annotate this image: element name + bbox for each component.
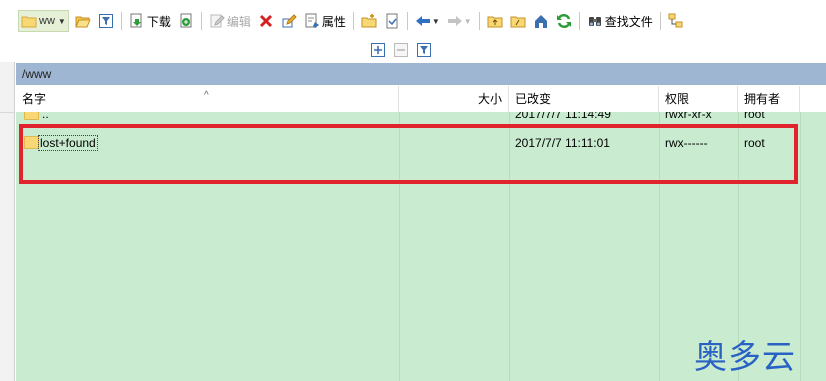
rename-button[interactable] [279, 11, 299, 31]
filter-button[interactable] [96, 11, 116, 31]
plus-box-icon [370, 42, 386, 58]
forward-button[interactable]: ▼ [445, 11, 474, 31]
chevron-down-icon[interactable]: ▼ [58, 17, 66, 26]
download-icon [129, 13, 145, 29]
properties-button[interactable]: 属性 [302, 11, 348, 31]
find-files-button[interactable]: 查找文件 [585, 11, 655, 31]
rename-icon [281, 13, 297, 29]
toolbar-separator [406, 12, 409, 30]
filter-icon [416, 42, 432, 58]
download-copy-icon [178, 13, 194, 29]
home-icon [533, 13, 549, 29]
root-folder-icon [510, 13, 526, 29]
column-header-size[interactable]: 大小 [399, 86, 509, 112]
new-file-button[interactable] [382, 11, 402, 31]
column-header-permissions-label: 权限 [665, 92, 690, 106]
column-header-name[interactable]: 名字 ^ [16, 86, 399, 112]
sort-ascending-icon: ^ [204, 90, 209, 101]
drive-selector[interactable]: ww ▼ [18, 10, 69, 32]
arrow-left-icon [415, 13, 431, 29]
column-header-modified-label: 已改变 [515, 92, 552, 106]
tree-view-icon [668, 13, 684, 29]
column-header-owner-label: 拥有者 [744, 92, 781, 106]
row-modified: 2017/7/7 11:14:49 [515, 112, 611, 121]
toolbar-row-main: ww ▼ 下载 编辑 属性 ▼ ▼ 查找文件 [18, 9, 689, 33]
edit-icon [209, 13, 225, 29]
root-folder-button[interactable] [508, 11, 528, 31]
table-row-parent[interactable]: .. 2017/7/7 11:14:49 rwxr-xr-x root [16, 112, 826, 124]
toolbar-separator [659, 12, 662, 30]
delete-button[interactable] [256, 11, 276, 31]
delete-x-icon [258, 13, 274, 29]
download-label: 下载 [146, 14, 171, 29]
toolbar-separator [352, 12, 355, 30]
home-button[interactable] [531, 11, 551, 31]
path-bar[interactable]: /www [16, 63, 826, 85]
column-header-owner[interactable]: 拥有者 [738, 86, 800, 112]
chevron-down-icon[interactable]: ▼ [432, 17, 440, 26]
tree-view-button[interactable] [666, 11, 686, 31]
filter-icon [98, 13, 114, 29]
parent-folder-icon [487, 13, 503, 29]
folder-icon [24, 112, 39, 120]
minus-box-icon [393, 42, 409, 58]
find-files-label: 查找文件 [604, 14, 653, 29]
toolbar-row-tree [368, 38, 437, 62]
open-folder-button[interactable] [73, 11, 93, 31]
column-header-row: 名字 ^ 大小 已改变 权限 拥有者 [16, 86, 826, 113]
chevron-down-icon[interactable]: ▼ [464, 17, 472, 26]
toolbar-separator [478, 12, 481, 30]
download-button[interactable]: 下载 [127, 11, 173, 31]
row-name: .. [42, 112, 49, 121]
edit-label: 编辑 [226, 14, 251, 29]
column-header-name-label: 名字 [22, 92, 47, 106]
new-folder-icon [361, 13, 377, 29]
watermark-logo: 奥多云 [694, 337, 796, 376]
column-header-modified[interactable]: 已改变 [509, 86, 659, 112]
new-folder-button[interactable] [359, 11, 379, 31]
local-pane-row [0, 88, 14, 113]
highlight-annotation [19, 124, 798, 184]
toolbar-separator [120, 12, 123, 30]
toolbar-separator [578, 12, 581, 30]
edit-button[interactable]: 编辑 [207, 11, 253, 31]
back-button[interactable]: ▼ [413, 11, 442, 31]
open-folder-icon [75, 13, 91, 29]
drive-label: ww [39, 15, 55, 27]
refresh-icon [556, 13, 572, 29]
row-permissions: rwxr-xr-x [665, 112, 712, 121]
arrow-right-icon [447, 13, 463, 29]
collapse-button[interactable] [391, 40, 411, 60]
toolbar-separator [200, 12, 203, 30]
column-header-size-label: 大小 [477, 92, 502, 106]
parent-folder-button[interactable] [485, 11, 505, 31]
expand-button[interactable] [368, 40, 388, 60]
toolbar: ww ▼ 下载 编辑 属性 ▼ ▼ 查找文件 [0, 0, 826, 62]
download-alt-button[interactable] [176, 11, 196, 31]
binoculars-icon [587, 13, 603, 29]
local-pane-edge[interactable] [0, 62, 15, 381]
tree-filter-button[interactable] [414, 40, 434, 60]
column-header-permissions[interactable]: 权限 [659, 86, 738, 112]
row-owner: root [744, 112, 765, 121]
properties-label: 属性 [321, 14, 346, 29]
refresh-button[interactable] [554, 11, 574, 31]
properties-icon [304, 13, 320, 29]
new-file-icon [384, 13, 400, 29]
folder-icon [21, 13, 37, 29]
